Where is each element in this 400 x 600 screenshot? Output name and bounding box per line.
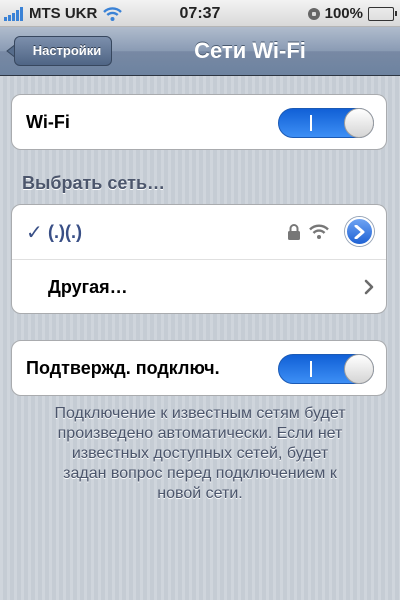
- rotation-lock-icon: [307, 7, 320, 20]
- other-network-row[interactable]: Другая…: [12, 259, 386, 313]
- padlock-icon: [288, 224, 300, 240]
- wifi-strength-icon: [309, 224, 329, 239]
- battery-percent: 100%: [324, 5, 363, 22]
- status-bar: MTS UKR 07:37 100%: [0, 0, 400, 27]
- network-detail-button[interactable]: [345, 217, 374, 246]
- back-button[interactable]: Настройки: [14, 36, 112, 66]
- network-row[interactable]: ✓ (.)(.): [12, 205, 386, 259]
- ask-to-join-switch[interactable]: [278, 354, 374, 384]
- footer-line: задан вопрос перед подключением к: [63, 465, 337, 482]
- footer-line: известных доступных сетей, будет: [71, 445, 329, 462]
- network-list: ✓ (.)(.) Другая…: [11, 204, 387, 314]
- ask-to-join-group: Подтвержд. подключ.: [11, 340, 387, 396]
- footer-description: Подключение к известным сетям будет прои…: [20, 404, 380, 504]
- choose-network-header: Выбрать сеть…: [22, 173, 166, 193]
- ask-to-join-row: Подтвержд. подключ.: [12, 341, 386, 395]
- network-name: (.)(.): [48, 222, 82, 242]
- footer-line: новой сети.: [157, 485, 243, 502]
- footer-line: произведено автоматически. Если нет: [57, 425, 343, 442]
- status-right: 100%: [307, 4, 397, 23]
- wifi-row: Wi-Fi: [12, 95, 386, 149]
- chevron-right-icon: [364, 279, 374, 295]
- page-title: Сети Wi-Fi: [194, 38, 306, 63]
- wifi-switch[interactable]: [278, 108, 374, 138]
- wifi-toggle-group: Wi-Fi: [11, 94, 387, 150]
- footer-line: Подключение к известным сетям будет: [54, 405, 346, 422]
- switch-knob: [344, 354, 374, 384]
- wifi-label: Wi-Fi: [26, 112, 70, 132]
- detail-chevron-icon: [354, 225, 365, 239]
- ask-to-join-label: Подтвержд. подключ.: [26, 358, 220, 378]
- switch-on-mark: [310, 361, 312, 377]
- checkmark-icon: ✓: [26, 222, 43, 244]
- navigation-bar: Настройки Сети Wi-Fi: [0, 27, 400, 76]
- switch-on-mark: [310, 115, 312, 131]
- other-network-label: Другая…: [48, 277, 128, 297]
- switch-knob: [344, 108, 374, 138]
- battery-icon: [368, 6, 397, 21]
